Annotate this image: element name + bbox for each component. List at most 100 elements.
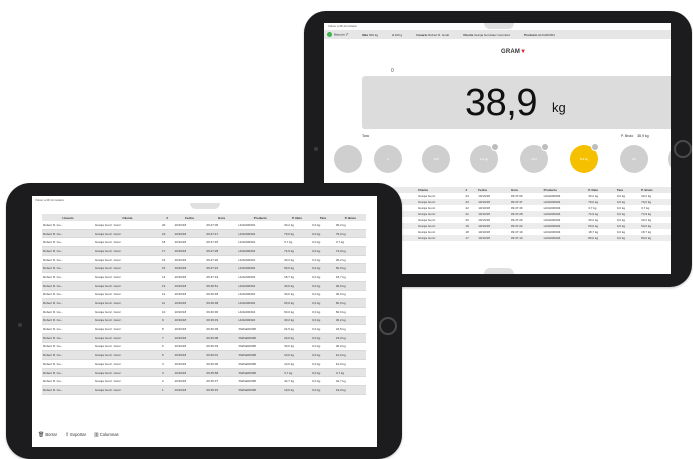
table-row[interactable]: Robert R. Go... Granja Gonz. Gonz. 18 10/10…	[42, 237, 366, 248]
column-header[interactable]: Tara	[311, 214, 335, 221]
table-row[interactable]: Robert R. Go... Granja Gonz. Gonz. 13 10/10…	[42, 281, 366, 291]
table-row[interactable]: Robert R. Go... Granja Gonz. Gonz. 14 10/10…	[42, 272, 366, 282]
table-cell: Granja Gonz. Gonz.	[93, 255, 161, 265]
client-info[interactable]: Cliente Granja Gonzalez Gonzalez	[463, 33, 510, 37]
tare-circle-button[interactable]: 0,0	[620, 145, 648, 173]
table-row[interactable]: Robert R. Go... Granja Gonz. Gonz. 4 10/10/…	[42, 359, 366, 369]
column-header[interactable]: Hora	[205, 214, 238, 221]
table-cell: 3	[160, 368, 174, 378]
user-info[interactable]: Usuario Robert R. Godó	[416, 33, 449, 37]
table-cell: 0,0 kg	[311, 350, 335, 360]
table-cell: Robert R. Go...	[42, 272, 94, 282]
export-label: Exportar	[70, 432, 87, 437]
info-badge-icon[interactable]	[591, 143, 599, 151]
division-value: 100 g	[394, 32, 403, 37]
table-cell: 09:47:28	[205, 246, 238, 256]
table-cell: 10/10/18	[173, 333, 206, 343]
product-value: HUG000304	[538, 32, 555, 37]
column-header[interactable]: Usuario	[42, 214, 94, 221]
table-row[interactable]: Robert R. Go... Granja Gonz. Gonz. 3 10/10/…	[42, 368, 366, 378]
columns-button[interactable]: ▥Columnas	[94, 432, 119, 438]
table-cell: 79,0 kg	[334, 229, 366, 239]
table-cell: Robert R. Go...	[42, 316, 94, 326]
table-cell: 30,2 kg	[283, 255, 312, 265]
info-badge-icon[interactable]	[491, 143, 499, 151]
table-cell: 0,0 kg	[311, 324, 335, 334]
home-button[interactable]	[674, 140, 692, 158]
table-cell: HUG000304	[237, 237, 284, 248]
table-cell: 10,0 kg	[334, 350, 366, 360]
tare-circle-button[interactable]	[668, 145, 671, 173]
table-row[interactable]: Robert R. Go... Granja Gonz. Gonz. 17 10/10…	[42, 246, 366, 256]
table-cell: 0,0 kg	[311, 342, 335, 352]
table-cell: SWGE00338	[237, 324, 284, 334]
table-cell: 30,2 kg	[334, 221, 366, 230]
top-pull-tab[interactable]	[484, 23, 514, 29]
table-cell: 3,7 kg	[283, 368, 312, 378]
table-cell: 3,7 kg	[334, 368, 366, 378]
table-row[interactable]: Robert R. Go... Granja Gonz. Gonz. 1 10/10/…	[42, 385, 366, 395]
tare-circle-button[interactable]: 0	[374, 145, 402, 173]
table-cell: 09:46:00	[205, 359, 238, 369]
column-header[interactable]: Cliente	[93, 214, 161, 221]
table-cell: 0,0 kg	[311, 255, 335, 265]
home-button[interactable]	[379, 317, 397, 335]
table-cell: 0,0 kg	[311, 376, 335, 387]
tare-circle-button[interactable]	[334, 145, 362, 173]
table-cell: 4	[160, 359, 174, 369]
table-cell: 23,0 kg	[334, 333, 366, 343]
table-cell: 0,0 kg	[311, 237, 335, 248]
table-cell: Granja Gonz. Gonz.	[93, 342, 161, 352]
table-row[interactable]: Robert R. Go... Granja Gonz. Gonz. 16 10/10…	[42, 255, 366, 265]
tare-circle-button[interactable]: 8,0 kg	[570, 143, 599, 173]
column-header[interactable]: Fecha	[173, 214, 206, 221]
table-cell: 09:46:08	[205, 333, 238, 343]
table-cell: 10/10/18	[173, 246, 206, 256]
tare-circle-button[interactable]: 1,0 kg	[470, 143, 499, 173]
table-row[interactable]: Robert R. Go... Granja Gonz. Gonz. 9 10/10/…	[42, 316, 366, 326]
status-bar: Volver a Mi formulario	[35, 198, 65, 202]
tare-circle-label: 0	[387, 157, 389, 161]
column-header[interactable]: #	[160, 214, 174, 221]
gross-weight-value: 38,9 kg	[637, 134, 649, 138]
table-row[interactable]: Robert R. Go... Granja Gonz. Gonz. 2 10/10/…	[42, 376, 366, 387]
table-cell: 10/10/18	[173, 281, 206, 291]
table-cell: 09:47:19	[205, 272, 238, 282]
table-row[interactable]: Robert R. Go... Granja Gonz. Gonz. 10 10/10…	[42, 307, 366, 317]
logo-triangle-icon: ▼	[520, 49, 527, 55]
table-cell: 09:47:26	[205, 255, 238, 265]
column-header[interactable]: P. Bruto	[334, 214, 366, 221]
division-label: d	[392, 32, 394, 37]
table-cell: 30,0 kg	[334, 281, 366, 291]
table-cell: 09:46:03	[205, 342, 238, 352]
table-cell: 80,0 kg	[587, 235, 616, 241]
column-header[interactable]: Producto	[237, 214, 284, 221]
table-row[interactable]: Robert R. Go... Granja Gonz. Gonz. 15 10/10…	[42, 263, 366, 274]
column-header[interactable]: P. Neto	[283, 214, 312, 221]
scale-indicator[interactable]: Báscula 1ª	[327, 32, 348, 37]
table-row[interactable]: Robert R. Go... Granja Gonz. Gonz. 11 10/10…	[42, 298, 366, 308]
product-info[interactable]: Producto HUG000304	[524, 33, 555, 37]
table-cell: Robert R. Go...	[42, 368, 94, 378]
table-row[interactable]: Robert R. Go... Granja Gonz. Gonz. 20 10/10…	[42, 221, 366, 230]
weight-display: 38,9 kg	[362, 76, 671, 129]
table-cell: 60,0 kg	[283, 298, 312, 308]
tare-circle-button[interactable]: 10,0	[520, 143, 549, 173]
table-cell: 09:46:09	[205, 324, 238, 334]
table-row[interactable]: Robert R. GodóGranja Gonz.1710/10/1809:4…	[362, 235, 671, 241]
table-row[interactable]: Robert R. Go... Granja Gonz. Gonz. 6 10/10/…	[42, 342, 366, 352]
table-row[interactable]: Robert R. Go... Granja Gonz. Gonz. 7 10/10/…	[42, 333, 366, 343]
table-row[interactable]: Robert R. Go... Granja Gonz. Gonz. 5 10/10/…	[42, 350, 366, 360]
table-row[interactable]: Robert R. Go... Granja Gonz. Gonz. 19 10/10…	[42, 229, 366, 239]
table-row[interactable]: Robert R. Go... Granja Gonz. Gonz. 12 10/10…	[42, 290, 366, 300]
top-pull-tab[interactable]	[190, 203, 220, 209]
bottom-pull-tab[interactable]	[484, 268, 514, 274]
table-row[interactable]: Robert R. Go... Granja Gonz. Gonz. 8 10/10/…	[42, 324, 366, 334]
tare-buttons-carousel[interactable]: 0 100 1,0 kg 10,0 8,0 kg 0,0	[334, 143, 671, 181]
table-cell: 24,5 kg	[334, 324, 366, 334]
delete-button[interactable]: 🗑Borrar	[38, 432, 57, 438]
user-label: Usuario	[416, 32, 428, 37]
tare-circle-button[interactable]: 100	[422, 145, 450, 173]
export-button[interactable]: ⇪Exportar	[65, 432, 86, 438]
info-badge-icon[interactable]	[541, 143, 549, 151]
